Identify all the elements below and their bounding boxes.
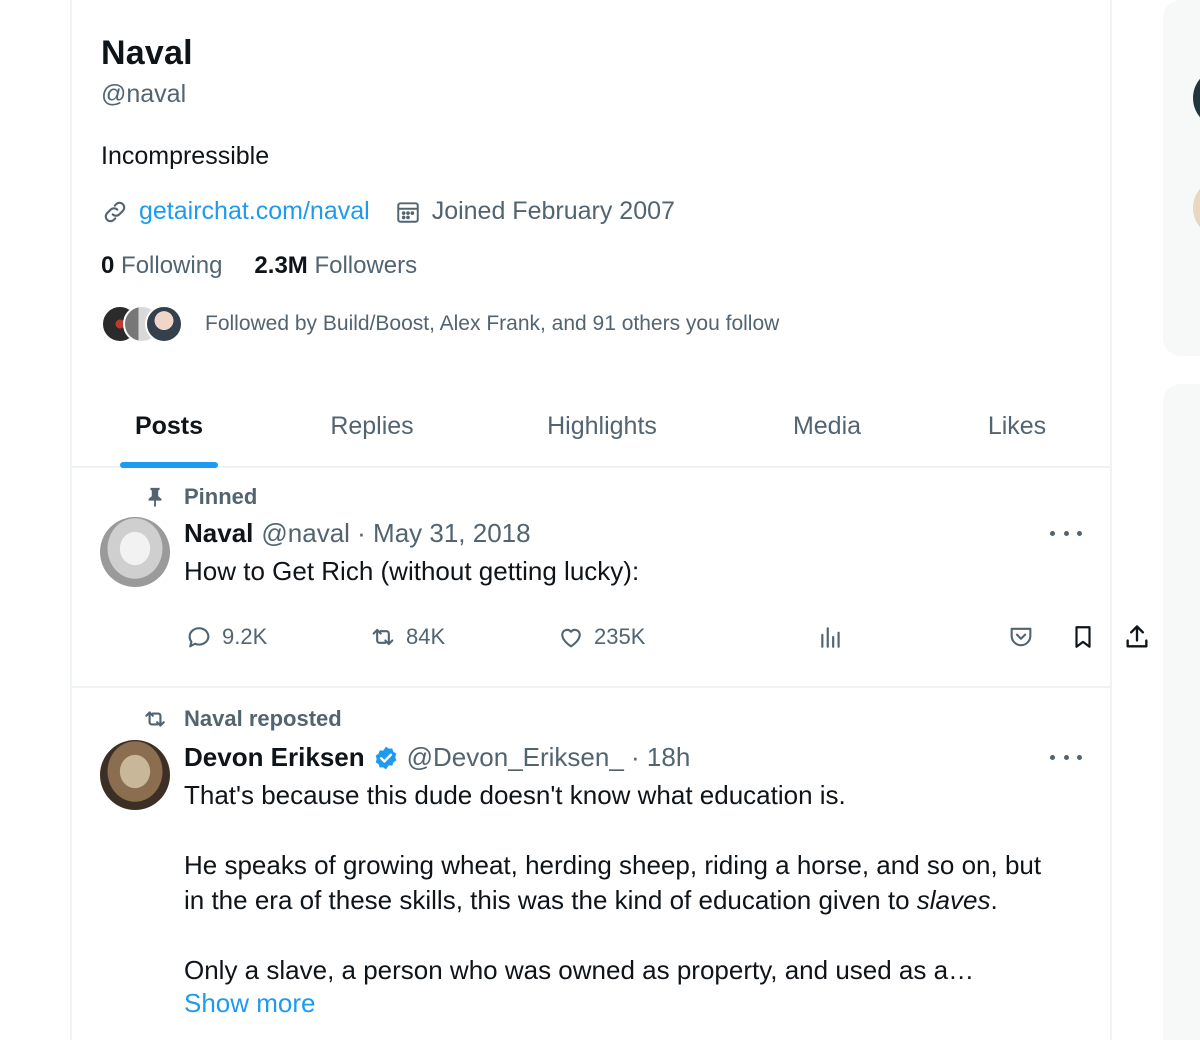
- share-icon: [1122, 622, 1152, 652]
- share-button[interactable]: [1122, 622, 1160, 652]
- like-count: 235K: [594, 624, 646, 649]
- calendar-icon: [394, 198, 422, 226]
- author-name[interactable]: Devon Eriksen: [184, 742, 365, 773]
- tab-highlights[interactable]: Highlights: [537, 384, 667, 468]
- like-button[interactable]: 235K: [556, 622, 645, 652]
- followed-by-link[interactable]: Followed by Build/Boost, Alex Frank, and…: [101, 305, 779, 343]
- active-tab-indicator: [120, 462, 218, 468]
- tab-likes[interactable]: Likes: [982, 384, 1052, 468]
- follow-counts: 0 Following 2.3M Followers: [101, 252, 449, 280]
- tab-media[interactable]: Media: [782, 384, 872, 468]
- link-icon: [101, 198, 129, 226]
- profile-bio: Incompressible: [101, 142, 270, 170]
- post[interactable]: Naval reposted Devon Eriksen @Devon_Erik…: [72, 690, 1110, 1040]
- bookmark-icon: [1068, 622, 1098, 652]
- author-avatar[interactable]: [100, 517, 170, 587]
- trends-card: [1163, 384, 1200, 1040]
- post[interactable]: Pinned Naval @naval · May 31, 2018 How t…: [72, 470, 1148, 688]
- profile-meta: getairchat.com/naval Joined February 200…: [101, 197, 675, 226]
- post-text: That's because this dude doesn't know wh…: [184, 778, 1084, 988]
- post-text: How to Get Rich (without getting lucky):: [184, 556, 640, 586]
- post-actions: 9.2K 84K 235K: [184, 622, 1148, 662]
- tab-posts[interactable]: Posts: [120, 384, 218, 468]
- views-button[interactable]: [816, 622, 854, 652]
- repost-context-label: Naval reposted: [142, 706, 342, 732]
- author-name[interactable]: Naval: [184, 518, 253, 549]
- more-options-button[interactable]: [1050, 520, 1082, 546]
- who-to-follow-card: [1163, 0, 1200, 356]
- repost-button[interactable]: 84K: [368, 622, 445, 652]
- profile-timeline-column: Naval @naval Incompressible getairchat.c…: [70, 0, 1148, 1040]
- bookmark-button[interactable]: [1068, 622, 1106, 652]
- followers-count: 2.3M: [254, 252, 308, 279]
- followers-link[interactable]: 2.3M Followers: [254, 252, 417, 280]
- heart-icon: [556, 622, 586, 652]
- analytics-icon: [816, 622, 846, 652]
- pinned-label: Pinned: [142, 484, 257, 510]
- post-text-line: in the era of these skills, this was the…: [184, 885, 998, 915]
- following-link[interactable]: 0 Following: [101, 252, 222, 280]
- post-header: Devon Eriksen @Devon_Eriksen_ · 18h: [184, 742, 690, 773]
- profile-name: Naval: [101, 34, 193, 72]
- repost-icon: [142, 706, 168, 732]
- pin-icon: [142, 484, 168, 510]
- profile-tabs: Posts Replies Highlights Media Likes: [72, 384, 1110, 468]
- profile-handle: @naval: [101, 80, 187, 108]
- reply-button[interactable]: 9.2K: [184, 622, 267, 652]
- profile-joined-date: Joined February 2007: [431, 197, 675, 225]
- pocket-button[interactable]: [1006, 622, 1044, 652]
- pocket-icon: [1006, 622, 1036, 652]
- profile-website-link[interactable]: getairchat.com/naval: [139, 197, 370, 226]
- author-handle-date[interactable]: @Devon_Eriksen_ · 18h: [407, 742, 691, 773]
- right-sidebar: [1163, 0, 1200, 1040]
- following-label: Following: [121, 252, 223, 279]
- followers-label: Followers: [314, 252, 418, 279]
- follower-avatar: [145, 305, 183, 343]
- more-options-button[interactable]: [1050, 744, 1082, 770]
- repost-icon: [368, 622, 398, 652]
- following-count: 0: [101, 252, 115, 279]
- reply-icon: [184, 622, 214, 652]
- post-header: Naval @naval · May 31, 2018: [184, 518, 531, 549]
- reply-count: 9.2K: [222, 624, 268, 649]
- show-more-link[interactable]: Show more: [184, 988, 316, 1019]
- tab-replies[interactable]: Replies: [322, 384, 422, 468]
- followed-by-text: Followed by Build/Boost, Alex Frank, and…: [205, 312, 780, 335]
- verified-badge-icon: [373, 745, 399, 771]
- repost-count: 84K: [406, 624, 446, 649]
- author-handle-date[interactable]: @naval · May 31, 2018: [261, 518, 530, 549]
- author-avatar[interactable]: [100, 740, 170, 810]
